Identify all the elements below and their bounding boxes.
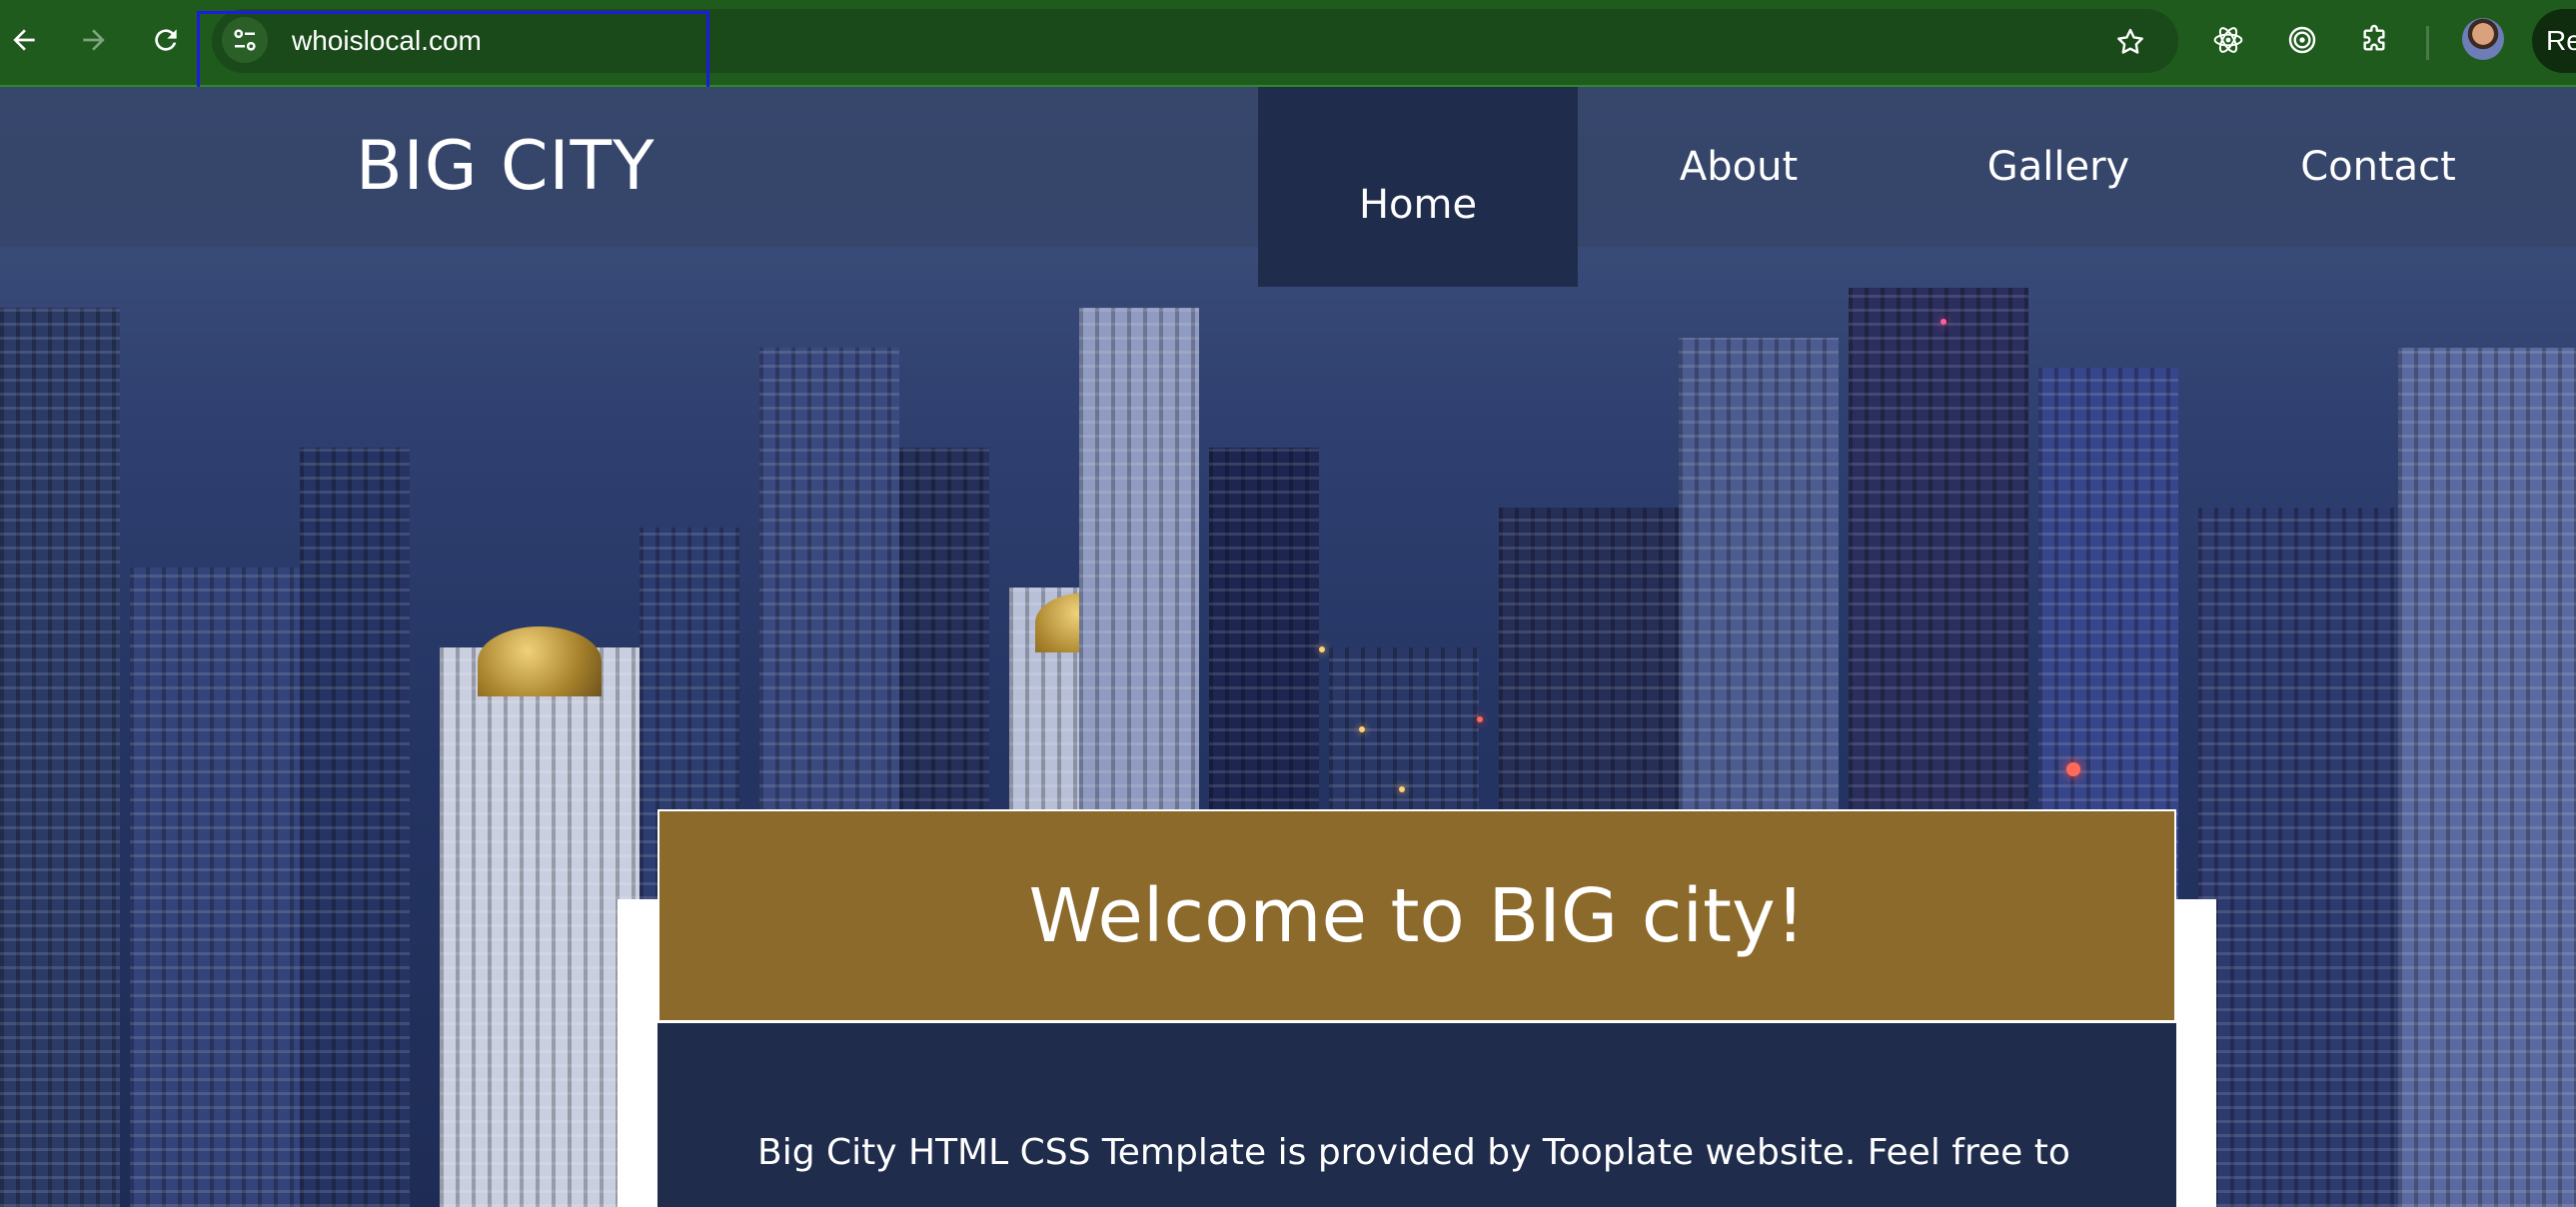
react-icon (2213, 27, 2243, 53)
tune-icon (234, 29, 256, 51)
reload-icon (155, 29, 177, 51)
toolbar-divider (2426, 26, 2429, 60)
target-icon (2288, 26, 2316, 54)
avatar[interactable] (2462, 18, 2504, 60)
site-info-button[interactable] (222, 17, 268, 63)
extensions-button[interactable] (2352, 18, 2396, 62)
url-text[interactable]: whoislocal.com (292, 21, 482, 61)
extension-react-button[interactable] (2206, 18, 2250, 62)
puzzle-icon (2363, 24, 2385, 51)
reload-button[interactable] (144, 18, 188, 62)
welcome-heading: Welcome to BIG city! (657, 809, 2176, 1022)
relaunch-button[interactable]: Re (2532, 9, 2576, 73)
back-arrow-icon (13, 29, 35, 51)
web-page: BIG CITY Home About Gallery Contact Welc… (0, 87, 2576, 1207)
nav-home[interactable]: Home (1258, 87, 1578, 287)
address-bar[interactable] (212, 9, 2178, 73)
bookmark-button[interactable] (2108, 20, 2152, 64)
site-logo[interactable]: BIG CITY (356, 127, 655, 207)
forward-arrow-icon (83, 29, 105, 51)
welcome-body: Big City HTML CSS Template is provided b… (657, 1023, 2176, 1207)
nav-contact[interactable]: Contact (2218, 87, 2538, 247)
forward-button[interactable] (72, 18, 116, 62)
browser-toolbar: whoislocal.com Re (0, 0, 2576, 96)
welcome-paragraph: Big City HTML CSS Template is provided b… (757, 1132, 2070, 1173)
nav-about[interactable]: About (1579, 87, 1899, 247)
extension-target-button[interactable] (2280, 18, 2324, 62)
back-button[interactable] (2, 18, 46, 62)
star-icon (2117, 28, 2143, 54)
nav-gallery[interactable]: Gallery (1899, 87, 2218, 247)
